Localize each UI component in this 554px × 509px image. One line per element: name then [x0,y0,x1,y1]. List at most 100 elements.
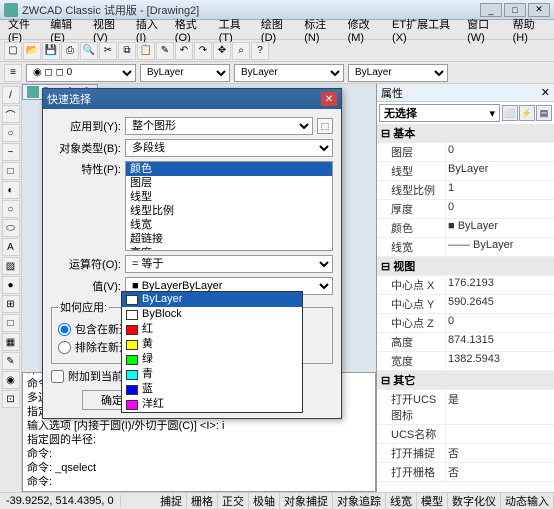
prop-category[interactable]: ⊟ 其它 [377,371,554,389]
prop-value[interactable] [445,425,554,443]
draw-tool-button[interactable]: ◐ [2,181,20,199]
status-toggle[interactable]: 线宽 [386,493,417,509]
select-objects-button[interactable]: ⬚ [317,118,333,134]
menu-item[interactable]: ET扩展工具(X) [388,14,461,46]
prop-value[interactable]: 是 [445,390,554,424]
color-option[interactable]: 洋红 [122,397,302,412]
prop-category[interactable]: ⊟ 基本 [377,124,554,142]
draw-tool-button[interactable]: □ [2,162,20,180]
quick-select-icon[interactable]: ⚡ [519,105,535,121]
prop-value[interactable]: 176.2193 [445,276,554,294]
prop-value[interactable]: ■ ByLayer [445,219,554,237]
lineweight-select[interactable]: ByLayer [348,64,448,82]
prop-value[interactable]: —— ByLayer [445,238,554,256]
draw-tool-button[interactable]: □ [2,314,20,332]
new-icon[interactable]: ▢ [4,42,22,60]
status-toggle[interactable]: 对象捕捉 [280,493,333,509]
status-toggle[interactable]: 动态输入 [501,493,554,509]
property-list-item[interactable]: 图层 [126,176,332,190]
draw-tool-button[interactable]: / [2,86,20,104]
prop-value[interactable]: 0 [445,200,554,218]
prop-key: 线宽 [377,238,445,256]
layer-manager-icon[interactable]: ≡ [4,64,22,82]
prop-value[interactable]: 否 [445,463,554,481]
draw-tool-button[interactable]: ○ [2,200,20,218]
color-option[interactable]: 红 [122,322,302,337]
color-option[interactable]: 青 [122,367,302,382]
draw-tool-button[interactable]: ⌒ [2,105,20,123]
prop-value[interactable]: 0 [445,314,554,332]
prop-key: 中心点 Z [377,314,445,332]
color-select[interactable]: ByLayer [140,64,230,82]
property-bar: ≡ ◉ ◻ ◻ 0 ByLayer ByLayer ByLayer [0,62,554,84]
color-option[interactable]: ByLayer [122,292,302,307]
menu-item[interactable]: 帮助(H) [509,14,550,46]
apply-to-select[interactable]: 整个图形 [125,117,313,135]
save-icon[interactable]: 💾 [42,42,60,60]
prop-value[interactable]: ByLayer [445,162,554,180]
paste-icon[interactable]: 📋 [137,42,155,60]
property-list-item[interactable]: 超链接 [126,232,332,246]
menu-item[interactable]: 修改(M) [344,14,386,46]
color-option[interactable]: ByBlock [122,307,302,322]
property-list-item[interactable]: 线型 [126,190,332,204]
property-list-item[interactable]: 颜色 [126,162,332,176]
property-list-item[interactable]: 线宽 [126,218,332,232]
draw-tool-button[interactable]: ⊞ [2,295,20,313]
menu-item[interactable]: 窗口(W) [463,14,507,46]
status-toggle[interactable]: 捕捉 [156,493,187,509]
property-list-item[interactable]: 线型比例 [126,204,332,218]
status-toggle[interactable]: 模型 [417,493,448,509]
draw-tool-button[interactable]: ◉ [2,371,20,389]
select-objects-icon[interactable]: ⬜ [502,105,518,121]
color-option[interactable]: 蓝 [122,382,302,397]
value-dropdown[interactable]: ByLayerByBlock红黄绿青蓝洋红 [121,291,303,413]
prop-value[interactable]: 否 [445,444,554,462]
draw-tool-button[interactable]: ~ [2,143,20,161]
prop-value[interactable]: 0 [445,143,554,161]
operator-select[interactable]: = 等于 [125,255,333,273]
draw-tool-button[interactable]: ⬭ [2,219,20,237]
preview-icon[interactable]: 🔍 [80,42,98,60]
selection-combo[interactable]: 无选择▾ [379,104,500,122]
status-toggle[interactable]: 正交 [218,493,249,509]
draw-tool-button[interactable]: A [2,238,20,256]
redo-icon[interactable]: ↷ [194,42,212,60]
prop-category[interactable]: ⊟ 视图 [377,257,554,275]
status-toggle[interactable]: 栅格 [187,493,218,509]
draw-tool-button[interactable]: ● [2,276,20,294]
object-type-select[interactable]: 多段线 [125,139,333,157]
draw-tool-button[interactable]: ▦ [2,333,20,351]
property-listbox[interactable]: 颜色图层线型线型比例线宽超链接高度顶点 X 坐标顶点 Y 坐标标高面积 [125,161,333,251]
match-icon[interactable]: ✎ [156,42,174,60]
undo-icon[interactable]: ↶ [175,42,193,60]
menu-item[interactable]: 标注(N) [300,14,341,46]
status-toggle[interactable]: 数字化仪 [448,493,501,509]
prop-value[interactable]: 1 [445,181,554,199]
prop-value[interactable]: 590.2645 [445,295,554,313]
print-icon[interactable]: ⎙ [61,42,79,60]
linetype-select[interactable]: ByLayer [234,64,344,82]
help-icon[interactable]: ? [251,42,269,60]
property-list-item[interactable]: 高度 [126,246,332,251]
zoom-icon[interactable]: ⌕ [232,42,250,60]
toggle-icon[interactable]: ▤ [536,105,552,121]
draw-tool-button[interactable]: ▨ [2,257,20,275]
cut-icon[interactable]: ✂ [99,42,117,60]
status-toggle[interactable]: 极轴 [249,493,280,509]
draw-tool-button[interactable]: ⊡ [2,390,20,408]
prop-key: 打开捕捉 [377,444,445,462]
dialog-close-button[interactable]: ✕ [321,92,337,106]
color-option[interactable]: 黄 [122,337,302,352]
prop-value[interactable]: 1382.5943 [445,352,554,370]
color-option[interactable]: 绿 [122,352,302,367]
draw-tool-button[interactable]: ○ [2,124,20,142]
pan-icon[interactable]: ✥ [213,42,231,60]
properties-panel: 属性✕ 无选择▾ ⬜ ⚡ ▤ ⊟ 基本图层0线型ByLayer线型比例1厚度0颜… [376,84,554,492]
draw-tool-button[interactable]: ✎ [2,352,20,370]
open-icon[interactable]: 📂 [23,42,41,60]
layer-select[interactable]: ◉ ◻ ◻ 0 [26,64,136,82]
copy-icon[interactable]: ⧉ [118,42,136,60]
status-toggle[interactable]: 对象追踪 [333,493,386,509]
prop-value[interactable]: 874.1315 [445,333,554,351]
